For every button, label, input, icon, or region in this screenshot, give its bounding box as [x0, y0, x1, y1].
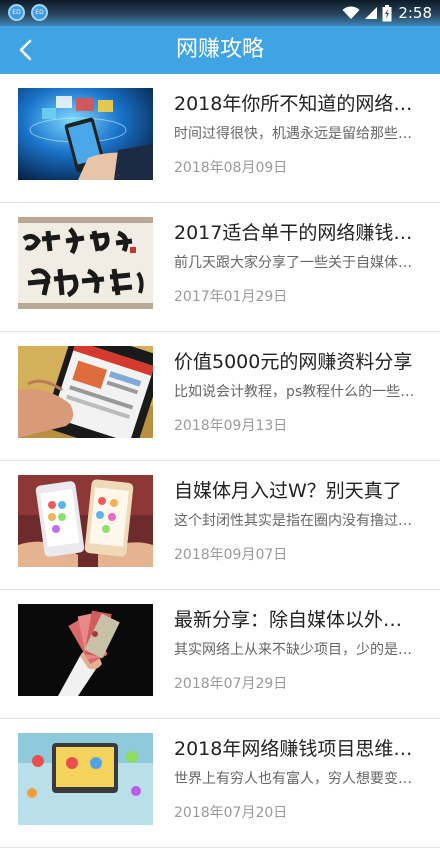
battery-icon: [382, 4, 392, 21]
signal-icon: [365, 7, 378, 19]
article-title: 价值5000元的网赚资料分享: [174, 351, 413, 373]
title-bar: 网赚攻略: [0, 26, 440, 74]
article-item[interactable]: 最新分享：除自媒体以外的项目 其实网络上从来不缺少项目，少的是执行力 2018年…: [0, 590, 440, 719]
article-thumbnail: [18, 604, 153, 696]
article-summary: 其实网络上从来不缺少项目，少的是执行力: [174, 642, 418, 658]
article-thumbnail: [18, 346, 153, 438]
article-date: 2017年01月29日: [174, 289, 288, 305]
app-notification-icon: ED: [8, 4, 25, 21]
article-thumbnail: ·: [18, 88, 153, 180]
article-summary: 这个封闭性其实是指在圈内没有撸过的人: [174, 513, 418, 529]
article-summary: 比如说会计教程，ps教程什么的一些资料: [174, 384, 418, 400]
article-item[interactable]: · 2018年你所不知道的网络赚钱 时间过得很快，机遇永远是留给那些有准备的人 …: [0, 74, 440, 203]
article-date: 2018年09月13日: [174, 418, 288, 434]
app-notification-icon: ED: [31, 4, 48, 21]
article-summary: 时间过得很快，机遇永远是留给那些有准备的人: [174, 126, 418, 142]
svg-text:·: ·: [118, 173, 119, 178]
wifi-icon: [342, 6, 360, 19]
article-thumbnail: [18, 733, 153, 825]
article-title: 2017适合单干的网络赚钱项目: [174, 222, 420, 244]
article-title: 2018年网络赚钱项目思维导图: [174, 738, 420, 760]
article-item[interactable]: 价值5000元的网赚资料分享 比如说会计教程，ps教程什么的一些资料 2018年…: [0, 332, 440, 461]
article-title: 自媒体月入过W？别天真了: [174, 480, 402, 502]
article-item[interactable]: 自媒体月入过W？别天真了 这个封闭性其实是指在圈内没有撸过的人 2018年09月…: [0, 461, 440, 590]
article-list: · 2018年你所不知道的网络赚钱 时间过得很快，机遇永远是留给那些有准备的人 …: [0, 74, 440, 848]
article-thumbnail: [18, 475, 153, 567]
article-date: 2018年07月29日: [174, 676, 288, 692]
back-arrow-icon: [19, 39, 32, 61]
article-item[interactable]: 2017适合单干的网络赚钱项目 前几天跟大家分享了一些关于自媒体的项目 2017…: [0, 203, 440, 332]
article-summary: 前几天跟大家分享了一些关于自媒体的项目: [174, 255, 418, 271]
article-title: 2018年你所不知道的网络赚钱: [174, 93, 420, 115]
article-date: 2018年09月07日: [174, 547, 288, 563]
article-thumbnail: [18, 217, 153, 309]
back-button[interactable]: [8, 32, 44, 68]
article-date: 2018年08月09日: [174, 160, 288, 176]
article-summary: 世界上有穷人也有富人，穷人想要变成富人: [174, 771, 418, 787]
status-time: 2:58: [398, 4, 432, 22]
article-date: 2018年07月20日: [174, 805, 288, 821]
article-item[interactable]: 2018年网络赚钱项目思维导图 世界上有穷人也有富人，穷人想要变成富人 2018…: [0, 719, 440, 848]
status-bar: ED ED 2:58: [0, 0, 440, 26]
page-title: 网赚攻略: [175, 37, 264, 62]
article-title: 最新分享：除自媒体以外的项目: [174, 609, 420, 631]
